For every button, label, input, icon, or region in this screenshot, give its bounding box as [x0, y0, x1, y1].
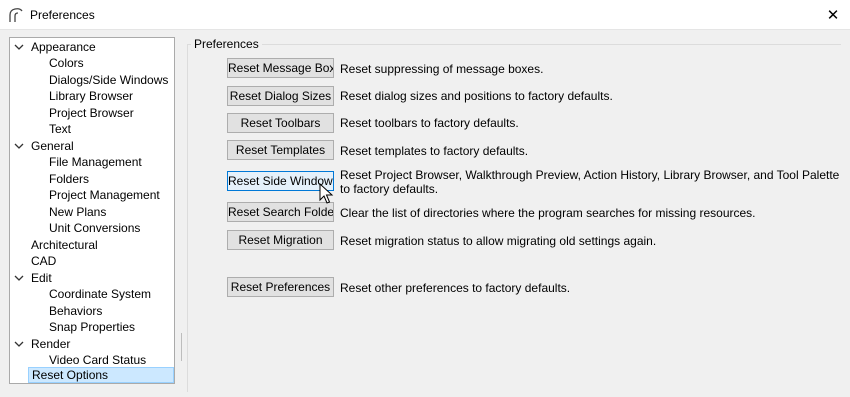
- reset-migration-button[interactable]: Reset Migration: [227, 230, 334, 250]
- tree-item-render[interactable]: Render: [28, 336, 73, 352]
- chevron-down-icon[interactable]: [14, 339, 24, 349]
- title-bar: Preferences ✕: [0, 0, 850, 30]
- splitter-grip[interactable]: [180, 333, 183, 361]
- reset-migration-description: Reset migration status to allow migratin…: [340, 234, 657, 248]
- reset-toolbars-description: Reset toolbars to factory defaults.: [340, 116, 519, 130]
- mouse-cursor-icon: [319, 183, 334, 204]
- tree-item-library-browser[interactable]: Library Browser: [46, 88, 136, 104]
- reset-toolbars-button[interactable]: Reset Toolbars: [227, 113, 334, 133]
- tree-item-appearance[interactable]: Appearance: [28, 39, 99, 55]
- tree-item-general[interactable]: General: [28, 138, 77, 154]
- chevron-down-icon[interactable]: [14, 273, 24, 283]
- app-logo-icon: [9, 8, 23, 22]
- reset-dialog-sizes-description: Reset dialog sizes and positions to fact…: [340, 89, 613, 103]
- tree-item-project-management[interactable]: Project Management: [46, 187, 163, 203]
- tree-item-dialogs-side-windows[interactable]: Dialogs/Side Windows: [46, 72, 171, 88]
- tree-item-colors[interactable]: Colors: [46, 55, 87, 71]
- tree-item-behaviors[interactable]: Behaviors: [46, 303, 105, 319]
- tree-item-folders[interactable]: Folders: [46, 171, 92, 187]
- reset-search-folders-button[interactable]: Reset Search Folders: [227, 202, 334, 222]
- tree-item-text[interactable]: Text: [46, 121, 74, 137]
- tree-item-architectural[interactable]: Architectural: [28, 237, 101, 253]
- group-title: Preferences: [191, 37, 262, 51]
- reset-side-windows-description: Reset Project Browser, Walkthrough Previ…: [340, 168, 840, 196]
- tree-item-unit-conversions[interactable]: Unit Conversions: [46, 220, 143, 236]
- reset-templates-button[interactable]: Reset Templates: [227, 140, 334, 160]
- reset-message-boxes-description: Reset suppressing of message boxes.: [340, 62, 544, 76]
- tree-item-reset-options[interactable]: Reset Options: [28, 367, 174, 383]
- tree-item-video-card-status[interactable]: Video Card Status: [46, 352, 149, 368]
- tree-item-project-browser[interactable]: Project Browser: [46, 105, 137, 121]
- close-button[interactable]: ✕: [816, 0, 850, 30]
- tree-item-file-management[interactable]: File Management: [46, 154, 145, 170]
- tree-item-snap-properties[interactable]: Snap Properties: [46, 319, 138, 335]
- tree-item-new-plans[interactable]: New Plans: [46, 204, 109, 220]
- tree-item-cad[interactable]: CAD: [28, 253, 59, 269]
- reset-message-boxes-button[interactable]: Reset Message Boxes: [227, 58, 334, 78]
- preferences-tree[interactable]: Appearance Colors Dialogs/Side Windows L…: [9, 37, 175, 384]
- chevron-down-icon[interactable]: [14, 141, 24, 151]
- window-title: Preferences: [30, 8, 95, 22]
- reset-search-folders-description: Clear the list of directories where the …: [340, 206, 756, 220]
- chevron-down-icon[interactable]: [14, 42, 24, 52]
- reset-side-windows-button[interactable]: Reset Side Windows: [227, 171, 334, 191]
- reset-preferences-description: Reset other preferences to factory defau…: [340, 281, 571, 295]
- reset-dialog-sizes-button[interactable]: Reset Dialog Sizes: [227, 86, 334, 106]
- tree-item-coordinate-system[interactable]: Coordinate System: [46, 286, 154, 302]
- tree-item-edit[interactable]: Edit: [28, 270, 55, 286]
- close-icon: ✕: [826, 7, 840, 24]
- reset-preferences-button[interactable]: Reset Preferences: [227, 277, 334, 297]
- reset-templates-description: Reset templates to factory defaults.: [340, 144, 529, 158]
